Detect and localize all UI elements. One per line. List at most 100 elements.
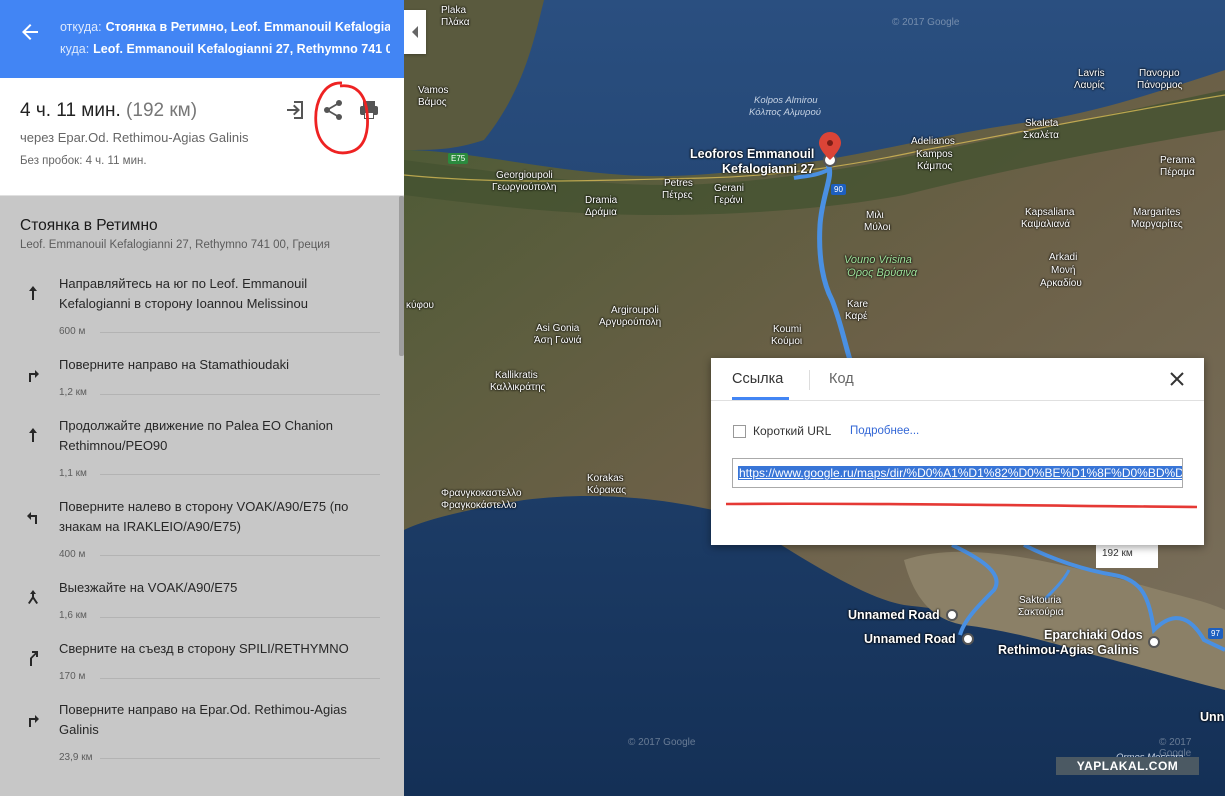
map-label: Πέτρες	[662, 190, 693, 201]
direction-step[interactable]: Направляйтесь на юг по Leof. Emmanouil K…	[0, 274, 400, 337]
road-shield: 90	[831, 184, 846, 195]
duration-text: 4 ч. 11 мин.	[20, 100, 121, 121]
route-summary: 4 ч. 11 мин. (192 км) через Epar.Od. Ret…	[0, 78, 404, 196]
direction-step[interactable]: Поверните направо на Epar.Od. Rethimou-A…	[0, 700, 400, 763]
tab-link[interactable]: Ссылка	[732, 371, 783, 387]
route-distance: (192 км)	[126, 100, 198, 121]
map-label: Άση Γωνιά	[534, 335, 582, 346]
destination-value: Leof. Emmanouil Kefalogianni 27, Rethymn…	[93, 42, 390, 56]
learn-more-link[interactable]: Подробнее...	[850, 425, 919, 437]
origin-title: Стоянка в Ретимно	[20, 217, 158, 234]
short-url-checkbox[interactable]	[733, 425, 746, 438]
site-watermark: YAPLAKAL.COM	[1056, 757, 1199, 775]
map-label: Φραγκοκάστελλο	[441, 500, 517, 511]
map-label: Lavris	[1078, 68, 1105, 79]
direction-step[interactable]: Выезжайте на VOAK/A90/E75 1,6 км	[0, 578, 400, 639]
step-text: Продолжайте движение по Palea EO Chanion…	[59, 418, 333, 453]
step-text: Выезжайте на VOAK/A90/E75	[59, 580, 238, 595]
send-to-device-icon[interactable]	[284, 98, 308, 122]
road-shield: 97	[1208, 628, 1223, 639]
map-label: Αργυρούπολη	[599, 317, 662, 328]
map-label: Λαυρίς	[1074, 80, 1105, 91]
short-url-label: Короткий URL	[753, 424, 832, 438]
step-distance: 1,1 км	[59, 468, 87, 479]
step-distance: 600 м	[59, 326, 86, 337]
map-label: Κάμπος	[917, 161, 953, 172]
step-divider	[100, 332, 380, 333]
destination-line[interactable]: куда: Leof. Emmanouil Kefalogianni 27, Re…	[60, 42, 390, 56]
origin-label: откуда:	[60, 20, 102, 34]
close-icon[interactable]	[1168, 370, 1186, 388]
turn-right-icon	[29, 370, 39, 382]
turn-left-icon	[27, 512, 37, 524]
map-label: Kare	[847, 299, 869, 310]
map-label: Πέραμα	[1160, 167, 1195, 178]
directions-steps: Стоянка в Ретимно Leof. Emmanouil Kefalo…	[0, 196, 404, 796]
route-via: через Epar.Od. Rethimou-Agias Galinis	[20, 130, 249, 145]
map-label: Unnamed Road	[864, 632, 956, 646]
step-divider	[100, 617, 380, 618]
direction-step[interactable]: Поверните налево в сторону VOAK/A90/E75 …	[0, 497, 400, 560]
map-label: Μαργαρίτες	[1131, 219, 1183, 230]
tab-code[interactable]: Код	[829, 371, 854, 387]
map-copyright: © 2017 Google	[628, 737, 696, 748]
map-label: Kefalogianni 27	[722, 162, 815, 176]
origin-value: Стоянка в Ретимно, Leof. Emmanouil Kefal…	[105, 20, 390, 34]
map-label: Πάνορμος	[1137, 80, 1183, 91]
direction-step[interactable]: Продолжайте движение по Palea EO Chanion…	[0, 416, 400, 479]
destination-label: куда:	[60, 42, 90, 56]
step-divider	[100, 678, 380, 679]
step-text: Направляйтесь на юг по Leof. Emmanouil K…	[59, 276, 308, 311]
straight-arrow-icon	[29, 286, 37, 300]
map-label: Vamos	[418, 85, 449, 96]
road-shield: E75	[448, 153, 469, 164]
step-text: Поверните направо на Stamathioudaki	[59, 357, 290, 372]
map-label: Μιλι	[866, 210, 884, 221]
share-icon[interactable]	[321, 98, 345, 122]
map-label: Καρέ	[845, 311, 868, 322]
map-label: Korakas	[587, 473, 624, 484]
collapse-panel-button[interactable]	[404, 10, 426, 54]
chevron-left-icon	[412, 26, 418, 38]
directions-header: откуда: Стоянка в Ретимно, Leof. Emmanoui…	[0, 0, 404, 78]
map-label: Σακτούρια	[1018, 607, 1064, 618]
map-label: Καψαλιανά	[1021, 219, 1071, 230]
map-label: Kampos	[916, 149, 953, 160]
route-duration: 4 ч. 11 мин. (192 км)	[20, 100, 197, 122]
direction-step[interactable]: Сверните на съезд в сторону SPILI/RETHYM…	[0, 639, 400, 700]
map-label: Adelianos	[911, 136, 955, 147]
map-label: Saktouria	[1019, 595, 1062, 606]
share-tabs: Ссылка Код	[711, 358, 1204, 401]
map-label: κύφου	[406, 300, 434, 311]
map-label: Unnamed Road	[848, 608, 940, 622]
map-label: Perama	[1160, 155, 1196, 166]
direction-step[interactable]: Поверните направо на Stamathioudaki 1,2 …	[0, 355, 400, 416]
map-label: Μονή	[1051, 265, 1076, 276]
step-divider	[100, 758, 380, 759]
map-label: Petres	[664, 178, 693, 189]
step-divider	[100, 555, 380, 556]
step-divider	[100, 474, 380, 475]
back-arrow-icon[interactable]	[18, 20, 42, 44]
step-text: Поверните направо на Epar.Od. Rethimou-A…	[59, 702, 347, 737]
step-distance: 400 м	[59, 549, 86, 560]
map-label: Argiroupoli	[611, 305, 659, 316]
map-label: Κούμοι	[771, 336, 803, 347]
map-label: Skaleta	[1025, 118, 1059, 129]
map-label: Asi Gonia	[536, 323, 580, 334]
map-label: Γεράνι	[714, 195, 743, 206]
straight-arrow-icon	[29, 428, 37, 442]
share-dialog: Ссылка Код Короткий URL Подробнее... htt…	[711, 358, 1204, 545]
map-label: Κόλπος Αλμυρού	[749, 107, 821, 118]
print-icon[interactable]	[357, 98, 381, 122]
map-label: Arkadi	[1049, 252, 1078, 263]
map-label: Margarites	[1133, 207, 1181, 218]
map-label: Κόρακας	[587, 485, 627, 496]
map-label: Vouno Vrisina	[844, 254, 912, 266]
map-label: Plaka	[441, 5, 467, 16]
step-distance: 23,9 км	[59, 752, 93, 763]
step-distance: 170 м	[59, 671, 86, 682]
origin-line[interactable]: откуда: Стоянка в Ретимно, Leof. Emmanoui…	[60, 20, 390, 34]
map-label: Koumi	[773, 324, 802, 335]
share-url-field[interactable]: https://www.google.ru/maps/dir/%D0%A1%D1…	[732, 458, 1183, 488]
